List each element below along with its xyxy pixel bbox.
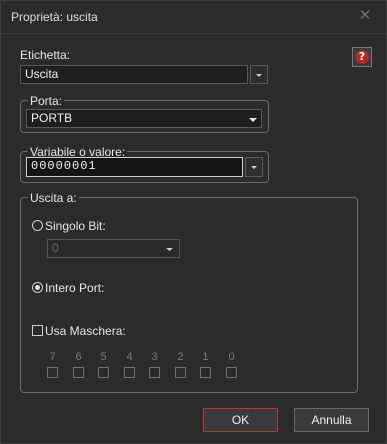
usa-maschera-checkbox[interactable] — [32, 325, 43, 336]
intero-port-label: Intero Port: — [45, 281, 105, 295]
intero-port-radio[interactable] — [32, 282, 43, 293]
help-button[interactable]: ? — [352, 47, 372, 67]
bit-checkbox-6[interactable] — [73, 367, 84, 378]
bit-number: 2 — [177, 351, 184, 363]
porta-value: PORTB — [31, 111, 73, 125]
porta-select[interactable]: PORTB — [26, 109, 262, 128]
bit-checkbox-7[interactable] — [47, 367, 58, 378]
bit-checkbox-0[interactable] — [226, 367, 237, 378]
singolo-bit-value: 0 — [52, 241, 59, 255]
bit-number: 4 — [126, 351, 133, 363]
porta-label: Porta: — [28, 94, 65, 108]
close-icon[interactable]: ✕ — [357, 8, 373, 24]
etichetta-dropdown-button[interactable] — [250, 65, 268, 84]
ok-button[interactable]: OK — [203, 408, 278, 432]
variabile-dropdown-button[interactable] — [245, 157, 263, 177]
annulla-button[interactable]: Annulla — [294, 408, 369, 432]
uscita-label: Uscita a: — [28, 191, 79, 205]
bit-number: 6 — [75, 351, 82, 363]
bit-number: 1 — [202, 351, 209, 363]
bit-checkbox-3[interactable] — [149, 367, 160, 378]
bit-number: 0 — [228, 351, 235, 363]
properties-dialog: Proprietà: uscita ✕ ? Etichetta: Uscita … — [0, 0, 387, 444]
usa-maschera-label: Usa Maschera: — [45, 324, 126, 338]
bit-checkbox-5[interactable] — [98, 367, 109, 378]
chevron-down-icon — [249, 118, 257, 122]
title-separator — [1, 33, 386, 34]
chevron-down-icon — [166, 248, 173, 251]
singolo-bit-select[interactable]: 0 — [47, 239, 180, 258]
help-icon: ? — [355, 50, 369, 64]
singolo-bit-radio[interactable] — [32, 220, 43, 231]
bit-checkbox-2[interactable] — [175, 367, 186, 378]
variabile-input[interactable]: 00000001 — [26, 157, 243, 177]
singolo-bit-label: Singolo Bit: — [45, 219, 106, 233]
bit-number: 7 — [49, 351, 56, 363]
dialog-title: Proprietà: uscita — [11, 10, 98, 24]
bit-number: 3 — [151, 351, 158, 363]
bit-number: 5 — [100, 351, 107, 363]
chevron-down-icon — [256, 74, 262, 77]
etichetta-input[interactable]: Uscita — [20, 65, 248, 84]
bit-checkbox-4[interactable] — [124, 367, 135, 378]
etichetta-label: Etichetta: — [20, 48, 71, 62]
bit-checkbox-1[interactable] — [200, 367, 211, 378]
chevron-down-icon — [251, 166, 257, 169]
